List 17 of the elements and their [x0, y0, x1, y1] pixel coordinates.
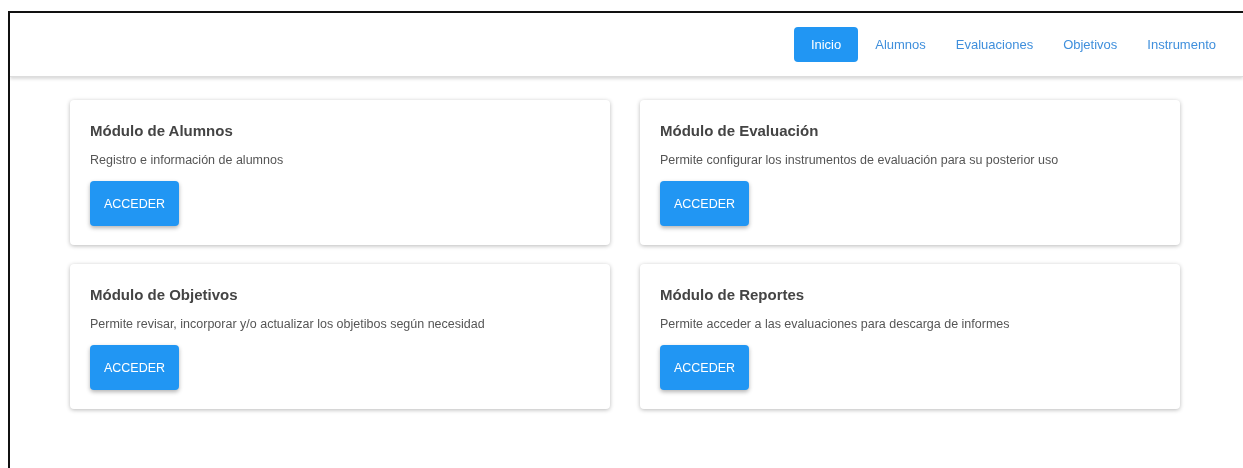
nav-tab[interactable]: Alumnos — [862, 27, 939, 62]
access-button[interactable]: ACCEDER — [660, 345, 749, 390]
nav-tab[interactable]: Instrumento — [1134, 27, 1229, 62]
access-button[interactable]: ACCEDER — [660, 181, 749, 226]
card-title: Módulo de Evaluación — [660, 122, 819, 139]
card-title: Módulo de Reportes — [660, 286, 805, 303]
card-description: Registro e información de alumnos — [90, 153, 284, 167]
access-button[interactable]: ACCEDER — [90, 181, 179, 226]
nav-tab[interactable]: Objetivos — [1050, 27, 1131, 62]
card-description: Permite acceder a las evaluaciones para descarga de informes — [660, 317, 1010, 331]
nav-tab[interactable]: Evaluaciones — [942, 27, 1047, 62]
card-description: Permite configurar los instrumentos de evaluación para su posterior uso — [660, 153, 1059, 167]
card-title: Módulo de Objetivos — [90, 286, 238, 303]
access-button[interactable]: ACCEDER — [90, 345, 179, 390]
nav-tab[interactable]: Inicio — [793, 27, 859, 62]
card-title: Módulo de Alumnos — [90, 122, 233, 139]
card-description: Permite revisar, incorporar y/o actualizar los objetibos según necesidad — [90, 317, 485, 331]
